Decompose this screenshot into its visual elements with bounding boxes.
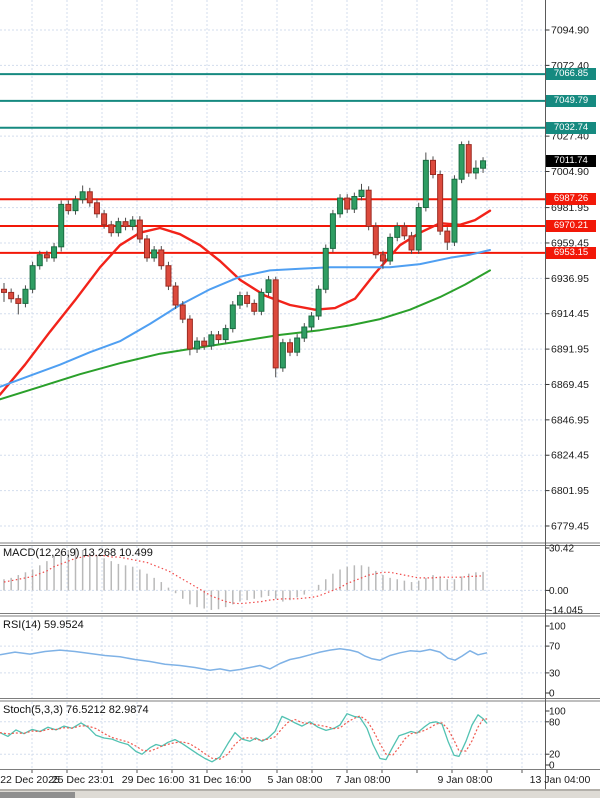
- indicator-scale-label: 70: [549, 642, 561, 653]
- chart-canvas[interactable]: 7094.907072.407027.407004.906981.956959.…: [0, 0, 600, 798]
- indicator-scale-label: 30: [549, 668, 561, 679]
- price-tick-label: 6869.45: [551, 379, 589, 391]
- candlestick-series: [2, 141, 486, 378]
- horizontal-scrollbar-track[interactable]: [0, 790, 600, 798]
- price-tick-label: 7094.90: [551, 25, 589, 37]
- rsi-indicator-label: RSI(14) 59.9524: [3, 619, 84, 631]
- stoch-d-line: [0, 716, 487, 759]
- price-tick-label: 7004.90: [551, 166, 589, 178]
- trading-chart-window: 7094.907072.407027.407004.906981.956959.…: [0, 0, 600, 798]
- support-price-badge-3: 6953.15: [546, 247, 596, 259]
- stoch-indicator-label: Stoch(5,3,3) 76.5212 82.9874: [3, 704, 149, 716]
- indicator-scale-label: -14.045: [549, 605, 583, 616]
- price-tick-label: 6846.95: [551, 414, 589, 426]
- time-tick-label: 7 Jan 08:00: [336, 774, 391, 786]
- rsi-line: [0, 649, 487, 671]
- price-axis[interactable]: 7094.907072.407027.407004.906981.956959.…: [546, 25, 590, 772]
- indicator-scale-label: 100: [549, 707, 566, 718]
- ma-blue: [0, 250, 490, 387]
- price-tick-label: 6824.45: [551, 450, 589, 462]
- indicator-scale-label: 80: [549, 717, 561, 728]
- current-price-badge: 7011.74: [546, 155, 596, 167]
- time-axis[interactable]: 22 Dec 202525 Dec 23:0129 Dec 16:0031 De…: [0, 770, 590, 786]
- time-tick-label: 5 Jan 08:00: [268, 774, 323, 786]
- time-tick-label: 31 Dec 16:00: [189, 774, 252, 786]
- price-tick-label: 6891.95: [551, 344, 589, 356]
- macd-indicator-label: MACD(12,26,9) 13.268 10.499: [3, 547, 153, 559]
- resistance-price-badge-1: 7066.85: [546, 68, 596, 80]
- indicator-scale-label: 100: [549, 622, 566, 633]
- grid-lines: [0, 0, 546, 769]
- time-tick-label: 9 Jan 08:00: [438, 774, 493, 786]
- indicator-scale-label: 0.00: [549, 586, 569, 597]
- indicator-scale-label: 30.42: [549, 544, 574, 555]
- time-tick-label: 13 Jan 04:00: [530, 774, 591, 786]
- time-tick-label: 25 Dec 23:01: [52, 774, 115, 786]
- indicator-scale-label: 0: [549, 761, 555, 772]
- indicator-scale-label: 0: [549, 689, 555, 700]
- resistance-price-badge-2: 7049.79: [546, 95, 596, 107]
- horizontal-scrollbar-thumb[interactable]: [0, 792, 75, 798]
- panel-separators: [0, 0, 600, 790]
- price-tick-label: 6914.45: [551, 308, 589, 320]
- indicator-scale-label: 20: [549, 750, 561, 761]
- resistance-price-badge-3: 7032.74: [546, 122, 596, 134]
- price-tick-label: 6801.95: [551, 485, 589, 497]
- price-tick-label: 6936.95: [551, 273, 589, 285]
- support-price-badge-1: 6987.26: [546, 193, 596, 205]
- price-tick-label: 6779.45: [551, 520, 589, 532]
- rsi-panel[interactable]: [0, 649, 487, 671]
- support-price-badge-2: 6970.21: [546, 220, 596, 232]
- time-tick-label: 29 Dec 16:00: [122, 774, 185, 786]
